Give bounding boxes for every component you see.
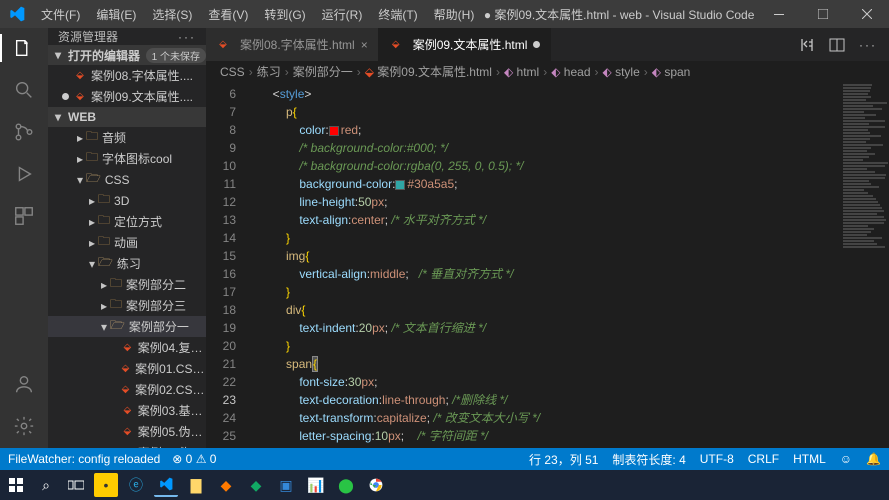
maximize-button[interactable] (801, 0, 845, 28)
file-item[interactable]: ⬙案例01.CSS的... (48, 358, 206, 379)
status-tabsize[interactable]: 制表符长度: 4 (612, 451, 685, 468)
folder-item[interactable]: ▸🗀3D (48, 190, 206, 211)
start-button[interactable] (4, 473, 28, 497)
minimize-button[interactable] (757, 0, 801, 28)
activity-bar (0, 28, 48, 448)
account-icon[interactable] (12, 372, 36, 396)
status-language[interactable]: HTML (793, 452, 826, 466)
folder-item[interactable]: ▸🗀案例部分三 (48, 295, 206, 316)
folder-item[interactable]: ▸🗀案例部分二 (48, 274, 206, 295)
vscode-logo-icon (0, 6, 34, 22)
taskbar-app-icon[interactable]: ⬤ (334, 473, 358, 497)
sidebar-title: 资源管理器 (58, 28, 118, 45)
sidebar-more-icon[interactable]: ··· (178, 30, 196, 44)
more-actions-icon[interactable]: ··· (859, 38, 877, 52)
settings-gear-icon[interactable] (12, 414, 36, 438)
title-bar: 文件(F)编辑(E)选择(S)查看(V)转到(G)运行(R)终端(T)帮助(H)… (0, 0, 889, 28)
menu-item[interactable]: 帮助(H) (427, 2, 482, 27)
taskbar-app-icon[interactable]: ◆ (244, 473, 268, 497)
editor-tab[interactable]: ⬙案例08.字体属性.html× (206, 28, 379, 61)
menu-item[interactable]: 选择(S) (145, 2, 199, 27)
status-encoding[interactable]: UTF-8 (700, 452, 734, 466)
explorer-icon[interactable] (12, 36, 36, 60)
search-icon[interactable] (12, 78, 36, 102)
menu-item[interactable]: 查看(V) (201, 2, 255, 27)
menu-item[interactable]: 编辑(E) (89, 2, 143, 27)
taskbar-app-icon[interactable]: 📊 (304, 473, 328, 497)
menu-item[interactable]: 终端(T) (371, 2, 424, 27)
compare-changes-icon[interactable] (799, 37, 815, 53)
split-editor-icon[interactable] (829, 37, 845, 53)
explorer-sidebar: 资源管理器 ··· ▾ 打开的编辑器 1 个未保存 ⬙案例08.字体属性....… (48, 28, 206, 448)
folder-item[interactable]: ▸🗀字体图标cool (48, 148, 206, 169)
window-title: ● 案例09.文本属性.html - web - Visual Studio C… (481, 6, 757, 23)
breadcrumb-item[interactable]: ⬖ head (551, 65, 590, 79)
line-numbers: 6789101112131415161718192021222324252627… (206, 83, 246, 448)
close-button[interactable] (845, 0, 889, 28)
file-item[interactable]: ⬙案例03.基础... (48, 400, 206, 421)
taskbar-explorer-icon[interactable]: ▇ (184, 473, 208, 497)
file-item[interactable]: ⬙案例02.CSS应... (48, 379, 206, 400)
breadcrumb-item[interactable]: 案例部分一 (293, 63, 353, 80)
status-bell-icon[interactable]: 🔔 (866, 452, 881, 466)
status-cursor[interactable]: 行 23，列 51 (529, 451, 598, 468)
minimap[interactable] (839, 83, 889, 448)
tabs-bar: ⬙案例08.字体属性.html×⬙案例09.文本属性.html ··· (206, 28, 889, 61)
taskview-icon[interactable] (64, 473, 88, 497)
status-problems[interactable]: ⊗ 0 ⚠ 0 (172, 452, 216, 466)
close-icon[interactable]: × (361, 38, 368, 52)
breadcrumb-item[interactable]: ⬖ span (652, 65, 691, 79)
breadcrumb-item[interactable]: ⬖ html (504, 65, 539, 79)
menu-item[interactable]: 运行(R) (315, 2, 370, 27)
breadcrumb-item[interactable]: 练习 (257, 63, 281, 80)
folder-item[interactable]: ▸🗀定位方式 (48, 211, 206, 232)
editor-tab[interactable]: ⬙案例09.文本属性.html (379, 28, 552, 61)
taskbar-chrome-icon[interactable] (364, 473, 388, 497)
debug-icon[interactable] (12, 162, 36, 186)
status-eol[interactable]: CRLF (748, 452, 779, 466)
open-editor-item[interactable]: ⬙案例08.字体属性.... (48, 65, 206, 86)
breadcrumb-item[interactable]: ⬙ 案例09.文本属性.html (365, 63, 492, 80)
modified-indicator-icon (533, 41, 540, 48)
taskbar-edge-icon[interactable]: ⓔ (124, 473, 148, 497)
folder-item[interactable]: ▾🗁案例部分一 (48, 316, 206, 337)
file-item[interactable]: ⬙案例04.复杂... (48, 337, 206, 358)
taskbar-app-icon[interactable]: • (94, 473, 118, 497)
windows-taskbar: ⌕ • ⓔ ▇ ◆ ◆ ▣ 📊 ⬤ (0, 470, 889, 500)
menu-item[interactable]: 文件(F) (34, 2, 87, 27)
breadcrumb-item[interactable]: CSS (220, 65, 245, 79)
status-bar: FileWatcher: config reloaded ⊗ 0 ⚠ 0 行 2… (0, 448, 889, 470)
folder-item[interactable]: ▾🗁CSS (48, 169, 206, 190)
folder-item[interactable]: ▸🗀动画 (48, 232, 206, 253)
menu-item[interactable]: 转到(G) (257, 2, 312, 27)
taskbar-search-icon[interactable]: ⌕ (34, 473, 58, 497)
breadcrumb[interactable]: CSS›练习›案例部分一›⬙ 案例09.文本属性.html›⬖ html›⬖ h… (206, 61, 889, 83)
breadcrumb-item[interactable]: ⬖ style (603, 65, 640, 79)
taskbar-vscode-icon[interactable] (154, 473, 178, 497)
taskbar-app-icon[interactable]: ◆ (214, 473, 238, 497)
editor-area: ⬙案例08.字体属性.html×⬙案例09.文本属性.html ··· CSS›… (206, 28, 889, 448)
menu-bar: 文件(F)编辑(E)选择(S)查看(V)转到(G)运行(R)终端(T)帮助(H) (34, 2, 481, 27)
file-item[interactable]: ⬙案例06.伪元... (48, 442, 206, 448)
workspace-root-header[interactable]: ▾WEB (48, 107, 206, 127)
file-item[interactable]: ⬙案例05.伪类... (48, 421, 206, 442)
folder-item[interactable]: ▾🗁练习 (48, 253, 206, 274)
code-editor[interactable]: <style> p{ color:red; /* background-colo… (246, 83, 889, 448)
taskbar-app-icon[interactable]: ▣ (274, 473, 298, 497)
status-filewatcher[interactable]: FileWatcher: config reloaded (8, 452, 160, 466)
open-editors-header[interactable]: ▾ 打开的编辑器 1 个未保存 (48, 45, 206, 65)
open-editor-item[interactable]: ⬙案例09.文本属性.... (48, 86, 206, 107)
folder-item[interactable]: ▸🗀音频 (48, 127, 206, 148)
source-control-icon[interactable] (12, 120, 36, 144)
extensions-icon[interactable] (12, 204, 36, 228)
status-feedback-icon[interactable]: ☺ (840, 452, 852, 466)
